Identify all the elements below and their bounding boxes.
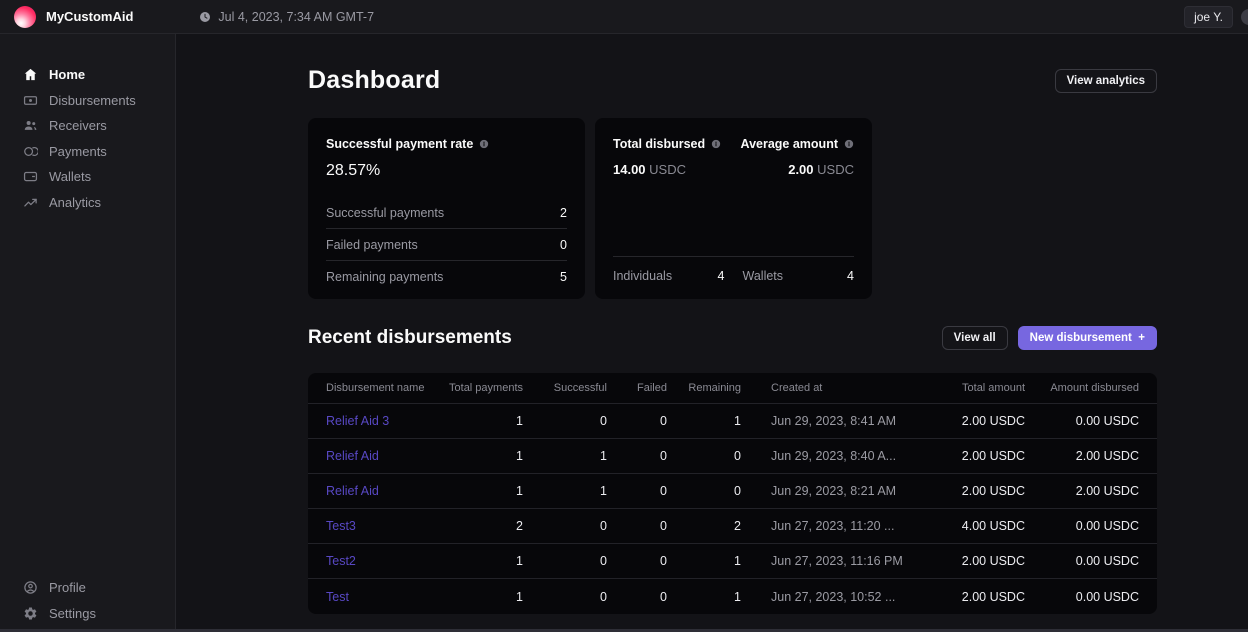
stat-row-failed-payments: Failed payments 0 <box>326 229 567 261</box>
sidebar-item-label: Settings <box>49 606 96 621</box>
app-name: MyCustomAid <box>46 9 133 24</box>
sidebar-item-label: Disbursements <box>49 93 136 108</box>
info-icon[interactable] <box>479 139 489 149</box>
total-disbursed-card: Total disbursed 14.00 USDC Average amoun… <box>595 118 872 299</box>
clock-icon <box>199 11 211 23</box>
table-row: Test3 2 0 0 2 Jun 27, 2023, 11:20 ... 4.… <box>308 509 1157 544</box>
recent-disbursements-title: Recent disbursements <box>308 327 512 349</box>
page-title: Dashboard <box>308 66 440 95</box>
sidebar-item-analytics[interactable]: Analytics <box>0 190 175 216</box>
sidebar-item-label: Wallets <box>49 169 91 184</box>
topbar: MyCustomAid Jul 4, 2023, 7:34 AM GMT-7 j… <box>0 0 1248 34</box>
user-menu-button[interactable]: joe Y. <box>1184 6 1233 28</box>
sidebar-item-home[interactable]: Home <box>0 62 175 88</box>
plus-icon: + <box>1138 332 1145 344</box>
main-content: Dashboard View analytics Successful paym… <box>176 34 1248 632</box>
col-successful: Successful <box>523 382 607 394</box>
stat-row-successful-payments: Successful payments 2 <box>326 197 567 229</box>
disbursements-table: Disbursement name Total payments Success… <box>308 373 1157 614</box>
table-row: Relief Aid 3 1 0 0 1 Jun 29, 2023, 8:41 … <box>308 404 1157 439</box>
table-row: Relief Aid 1 1 0 0 Jun 29, 2023, 8:40 A.… <box>308 439 1157 474</box>
datetime-display: Jul 4, 2023, 7:34 AM GMT-7 <box>199 10 374 24</box>
sidebar-item-label: Analytics <box>49 195 101 210</box>
disbursement-link[interactable]: Test3 <box>326 519 356 533</box>
datetime-text: Jul 4, 2023, 7:34 AM GMT-7 <box>218 10 374 24</box>
disbursement-link[interactable]: Relief Aid <box>326 449 379 463</box>
table-header: Disbursement name Total payments Success… <box>308 373 1157 404</box>
payments-icon <box>23 144 38 159</box>
payment-rate-value: 28.57% <box>326 162 567 180</box>
sidebar-item-profile[interactable]: Profile <box>0 575 175 601</box>
col-remaining: Remaining <box>667 382 741 394</box>
sidebar: Home Disbursements Receivers Payments Wa… <box>0 34 176 632</box>
card-title: Successful payment rate <box>326 137 473 151</box>
stat-row-remaining-payments: Remaining payments 5 <box>326 261 567 293</box>
wallets-stat: Wallets 4 <box>743 269 855 283</box>
payment-rate-card: Successful payment rate 28.57% Successfu… <box>308 118 585 299</box>
profile-icon <box>23 580 38 595</box>
disbursement-link[interactable]: Relief Aid 3 <box>326 414 389 428</box>
col-failed: Failed <box>607 382 667 394</box>
sidebar-item-settings[interactable]: Settings <box>0 601 175 627</box>
info-icon[interactable] <box>711 139 721 149</box>
average-amount: 2.00 USDC <box>741 162 854 177</box>
card-title: Total disbursed <box>613 137 705 151</box>
table-row: Test2 1 0 0 1 Jun 27, 2023, 11:16 PM 2.0… <box>308 544 1157 579</box>
home-icon <box>23 67 38 82</box>
table-row: Relief Aid 1 1 0 0 Jun 29, 2023, 8:21 AM… <box>308 474 1157 509</box>
col-disbursement-name: Disbursement name <box>326 382 446 394</box>
col-total-amount: Total amount <box>915 382 1025 394</box>
sidebar-item-label: Payments <box>49 144 107 159</box>
col-amount-disbursed: Amount disbursed <box>1025 382 1139 394</box>
stat-value: 0 <box>560 238 567 252</box>
stat-label: Failed payments <box>326 238 418 252</box>
disbursement-link[interactable]: Test2 <box>326 554 356 568</box>
wallets-icon <box>23 169 38 184</box>
sidebar-item-receivers[interactable]: Receivers <box>0 113 175 139</box>
sidebar-item-disbursements[interactable]: Disbursements <box>0 88 175 114</box>
view-all-button[interactable]: View all <box>942 326 1008 350</box>
total-disbursed-amount: 14.00 USDC <box>613 162 721 177</box>
info-icon[interactable] <box>844 139 854 149</box>
sidebar-item-label: Home <box>49 67 85 82</box>
disbursement-link[interactable]: Relief Aid <box>326 484 379 498</box>
col-total-payments: Total payments <box>446 382 523 394</box>
table-row: Test 1 0 0 1 Jun 27, 2023, 10:52 ... 2.0… <box>308 579 1157 614</box>
stat-value: 5 <box>560 270 567 284</box>
individuals-stat: Individuals 4 <box>613 269 725 283</box>
sidebar-item-wallets[interactable]: Wallets <box>0 164 175 190</box>
avatar[interactable] <box>1241 9 1248 25</box>
stat-label: Successful payments <box>326 206 444 220</box>
receivers-icon <box>23 118 38 133</box>
stat-value: 2 <box>560 206 567 220</box>
settings-icon <box>23 606 38 621</box>
view-analytics-button[interactable]: View analytics <box>1055 69 1157 93</box>
analytics-icon <box>23 195 38 210</box>
new-disbursement-button[interactable]: New disbursement + <box>1018 326 1157 350</box>
sidebar-item-label: Profile <box>49 580 86 595</box>
table-body: Relief Aid 3 1 0 0 1 Jun 29, 2023, 8:41 … <box>308 404 1157 614</box>
stat-label: Remaining payments <box>326 270 443 284</box>
app-logo-icon <box>14 6 36 28</box>
sidebar-item-label: Receivers <box>49 118 107 133</box>
card-title: Average amount <box>741 137 838 151</box>
disbursements-icon <box>23 93 38 108</box>
sidebar-item-payments[interactable]: Payments <box>0 139 175 165</box>
col-created-at: Created at <box>741 382 915 394</box>
disbursement-link[interactable]: Test <box>326 590 349 604</box>
